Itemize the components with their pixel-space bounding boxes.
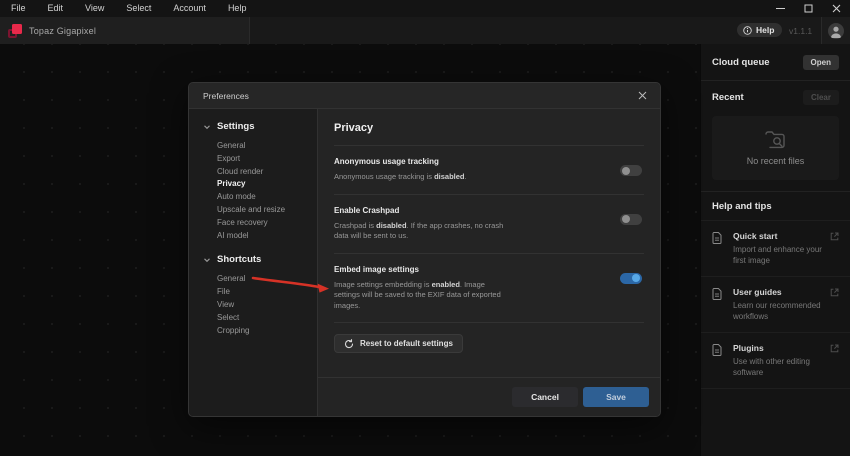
info-icon	[743, 26, 752, 35]
nav-item-shortcuts-cropping[interactable]: Cropping	[203, 325, 317, 338]
maximize-icon[interactable]	[794, 0, 822, 17]
chevron-down-icon	[203, 123, 211, 131]
menu-file[interactable]: File	[0, 0, 37, 17]
external-link-icon	[830, 344, 839, 353]
chevron-down-icon	[203, 256, 211, 264]
nav-group-shortcuts[interactable]: Shortcuts	[203, 254, 317, 265]
cloud-queue-title: Cloud queue	[712, 57, 770, 68]
reset-defaults-button[interactable]: Reset to default settings	[334, 334, 463, 353]
external-link-icon	[830, 288, 839, 297]
dialog-footer: Cancel Save	[318, 377, 660, 416]
nav-item-upscale-resize[interactable]: Upscale and resize	[203, 204, 317, 217]
tip-desc: Use with other editing software	[733, 357, 829, 378]
dialog-header: Preferences	[189, 83, 660, 109]
nav-item-shortcuts-file[interactable]: File	[203, 286, 317, 299]
help-button-label: Help	[756, 25, 774, 35]
appbar: Topaz Gigapixel Help v1.1.1	[0, 17, 850, 44]
nav-item-general[interactable]: General	[203, 140, 317, 153]
tip-desc: Import and enhance your first image	[733, 245, 829, 266]
help-button[interactable]: Help	[737, 23, 782, 37]
recent-empty-state: No recent files	[712, 116, 839, 180]
topaz-logo-icon	[8, 24, 22, 38]
recent-clear-button[interactable]: Clear	[803, 90, 839, 105]
menu-account[interactable]: Account	[162, 0, 217, 17]
nav-item-privacy[interactable]: Privacy	[203, 178, 317, 191]
refresh-icon	[344, 339, 354, 349]
minimize-icon[interactable]	[766, 0, 794, 17]
menu-edit[interactable]: Edit	[37, 0, 75, 17]
document-icon	[712, 288, 722, 300]
nav-item-shortcuts-view[interactable]: View	[203, 299, 317, 312]
document-icon	[712, 344, 722, 356]
save-button[interactable]: Save	[583, 387, 649, 407]
cloud-queue-open-button[interactable]: Open	[803, 55, 839, 70]
crashpad-toggle[interactable]	[620, 214, 642, 225]
nav-group-settings[interactable]: Settings	[203, 121, 317, 132]
app-logo: Topaz Gigapixel	[0, 17, 250, 44]
dialog-title: Preferences	[203, 91, 249, 101]
preferences-dialog: Preferences Settings General Export Clou…	[188, 82, 661, 417]
preferences-nav: Settings General Export Cloud render Pri…	[189, 109, 318, 416]
dialog-close-icon[interactable]	[634, 88, 650, 104]
version-label: v1.1.1	[789, 26, 812, 36]
pref-embed-image-settings: Embed image settings Image settings embe…	[334, 254, 644, 324]
menu-view[interactable]: View	[74, 0, 115, 17]
right-sidebar: Cloud queue Open Recent Clear No recent …	[700, 44, 850, 456]
recent-title: Recent	[712, 92, 744, 103]
tip-quick-start[interactable]: Quick start Import and enhance your firs…	[701, 221, 850, 276]
nav-item-export[interactable]: Export	[203, 153, 317, 166]
tip-title: User guides	[733, 287, 839, 297]
menu-select[interactable]: Select	[115, 0, 162, 17]
embed-image-settings-toggle[interactable]	[620, 273, 642, 284]
pref-anonymous-usage-tracking: Anonymous usage tracking Anonymous usage…	[334, 146, 644, 195]
nav-item-ai-model[interactable]: AI model	[203, 230, 317, 243]
account-section[interactable]	[821, 17, 850, 44]
no-recent-files-label: No recent files	[747, 156, 805, 166]
window-controls	[766, 0, 850, 17]
nav-item-shortcuts-select[interactable]: Select	[203, 312, 317, 325]
tip-plugins[interactable]: Plugins Use with other editing software	[701, 333, 850, 388]
divider	[701, 388, 850, 389]
nav-item-face-recovery[interactable]: Face recovery	[203, 217, 317, 230]
folder-search-icon	[764, 130, 788, 150]
cancel-button[interactable]: Cancel	[512, 387, 578, 407]
tip-title: Plugins	[733, 343, 839, 353]
anonymous-usage-toggle[interactable]	[620, 165, 642, 176]
external-link-icon	[830, 232, 839, 241]
person-icon	[828, 23, 844, 39]
nav-item-shortcuts-general[interactable]: General	[203, 273, 317, 286]
tip-title: Quick start	[733, 231, 839, 241]
panel-title: Privacy	[334, 109, 644, 146]
close-icon[interactable]	[822, 0, 850, 17]
nav-item-auto-mode[interactable]: Auto mode	[203, 191, 317, 204]
document-icon	[712, 232, 722, 244]
privacy-panel: Privacy Anonymous usage tracking Anonymo…	[318, 109, 660, 377]
app-title: Topaz Gigapixel	[29, 26, 96, 36]
menu-help[interactable]: Help	[217, 0, 258, 17]
pref-enable-crashpad: Enable Crashpad Crashpad is disabled. If…	[334, 195, 644, 254]
tip-desc: Learn our recommended workflows	[733, 301, 829, 322]
tip-user-guides[interactable]: User guides Learn our recommended workfl…	[701, 277, 850, 332]
avatar[interactable]	[828, 23, 844, 39]
window-menubar: File Edit View Select Account Help	[0, 0, 850, 17]
nav-item-cloud-render[interactable]: Cloud render	[203, 166, 317, 179]
help-tips-title: Help and tips	[712, 201, 772, 212]
